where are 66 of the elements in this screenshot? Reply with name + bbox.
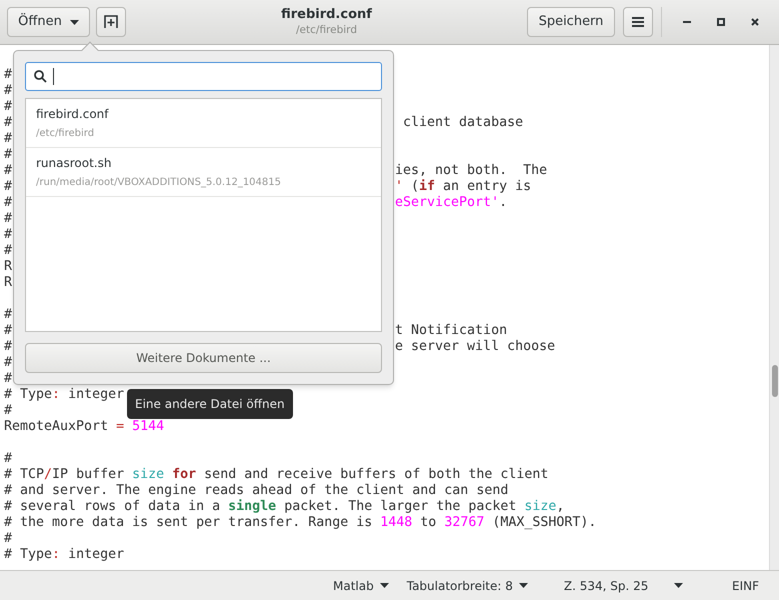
- code-text: # Type: integer: [4, 547, 124, 562]
- search-icon: [34, 70, 47, 83]
- code-text: #: [4, 339, 12, 354]
- code-text: #: [4, 67, 12, 82]
- code-text: #: [4, 115, 12, 130]
- code-text: #: [4, 131, 12, 146]
- code-text: #: [4, 243, 12, 258]
- open-button[interactable]: Öffnen: [7, 7, 90, 37]
- code-text: #: [4, 211, 12, 226]
- code-text: ies, not both. The: [395, 163, 548, 179]
- tooltip: Eine andere Datei öffnen: [127, 389, 293, 419]
- caret-icon: [380, 583, 389, 588]
- recent-file-item[interactable]: runasroot.sh /run/media/root/VBOXADDITIONS_5.0.12_104815: [26, 148, 381, 197]
- code-text: #: [4, 355, 12, 370]
- caret-icon: [70, 20, 79, 24]
- maximize-icon: [717, 18, 725, 26]
- code-text: # several rows of data in a single packet. The larger the packet size,: [4, 499, 564, 514]
- code-text: #: [4, 83, 12, 98]
- scrollbar-thumb[interactable]: [772, 365, 778, 397]
- code-text: client database: [402, 115, 524, 131]
- minimize-icon: [683, 21, 691, 23]
- file-path: /run/media/root/VBOXADDITIONS_5.0.12_104815: [36, 176, 282, 190]
- code-text: #: [4, 403, 12, 418]
- recent-file-item[interactable]: firebird.conf /etc/firebird: [26, 98, 381, 148]
- code-text: #: [4, 99, 12, 114]
- code-text: #: [4, 307, 12, 322]
- close-icon: [751, 18, 759, 26]
- save-button[interactable]: Speichern: [527, 7, 615, 37]
- code-text: # the more data is sent per transfer. Range is 1448 to 32767 (MAX_SSHORT).: [4, 515, 596, 530]
- code-text: # and server. The engine reads ahead of the client and can send: [4, 483, 508, 498]
- code-text: # Type: integer: [4, 387, 124, 402]
- menu-button[interactable]: [623, 7, 653, 37]
- language-selector[interactable]: Matlab: [333, 576, 389, 594]
- caret-icon: [674, 583, 684, 588]
- code-text: RemoteAuxPort = 5144: [4, 419, 164, 434]
- search-field[interactable]: [25, 62, 382, 91]
- code-text: ' (if an entry is: [395, 179, 532, 195]
- code-text: R: [4, 259, 12, 274]
- code-text: #: [4, 227, 12, 242]
- code-text: #: [4, 179, 12, 194]
- insert-mode: EINF: [732, 578, 759, 594]
- code-text: #: [4, 147, 12, 162]
- new-tab-button[interactable]: [96, 7, 126, 37]
- cursor-position[interactable]: Z. 534, Sp. 25: [564, 576, 684, 594]
- code-text: # TCP/IP buffer size for send and receive buffers of both the client: [4, 467, 548, 482]
- code-text: e server will choose: [395, 339, 556, 355]
- code-text: eServicePort'.: [395, 195, 508, 211]
- code-text: #: [4, 195, 12, 210]
- new-tab-icon: [104, 15, 118, 29]
- code-text: #: [4, 163, 12, 178]
- file-name: firebird.conf: [36, 106, 110, 122]
- code-text: #: [4, 451, 12, 466]
- code-text: #: [4, 531, 12, 546]
- window-subtitle: /etc/firebird: [296, 24, 357, 37]
- caret-icon: [518, 583, 528, 588]
- file-name: runasroot.sh: [36, 154, 112, 171]
- more-documents-button[interactable]: Weitere Dokumente ...: [25, 343, 382, 373]
- menu-icon: [632, 17, 644, 27]
- window-title: firebird.conf: [281, 7, 372, 24]
- code-text: #: [4, 371, 12, 386]
- code-text: t Notification: [395, 323, 508, 339]
- file-path: /etc/firebird: [36, 126, 96, 141]
- tab-width-selector[interactable]: Tabulatorbreite: 8: [406, 576, 528, 594]
- code-text: #: [4, 323, 12, 338]
- scrollbar[interactable]: [769, 45, 779, 570]
- code-text: R: [4, 275, 12, 290]
